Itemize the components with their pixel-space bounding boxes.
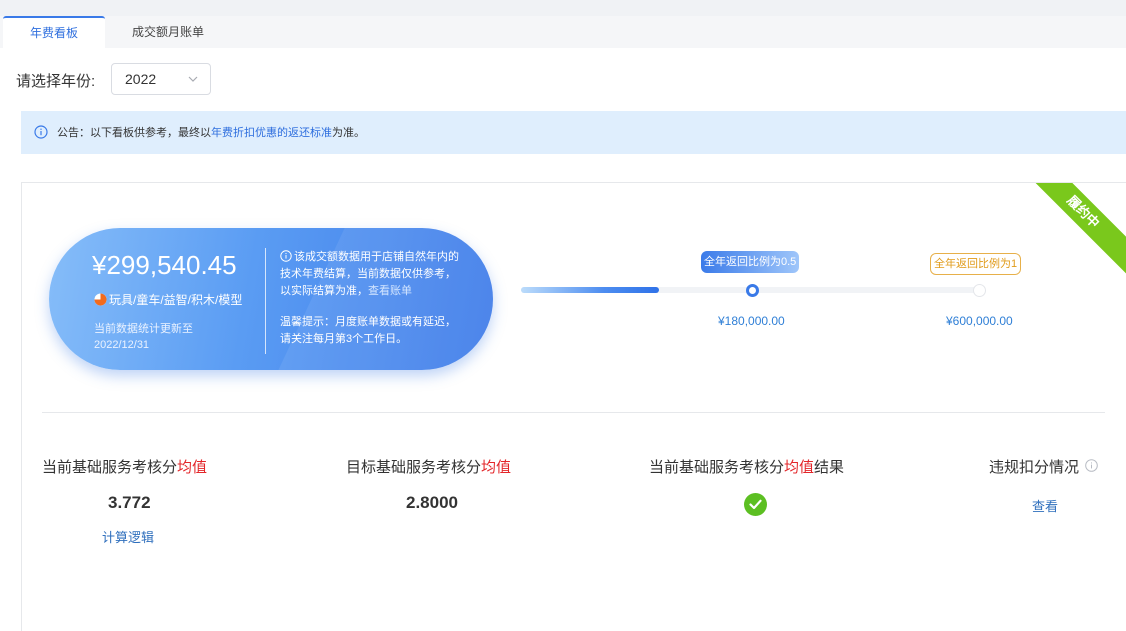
update-info: 当前数据统计更新至 2022/12/31 — [94, 321, 234, 353]
update-prefix: 当前数据统计更新至 — [94, 323, 193, 335]
section-divider — [42, 412, 1105, 413]
milestone-tag-pending: 全年返回比例为1 — [930, 253, 1022, 275]
sales-amount: ¥299,540.45 — [92, 250, 237, 280]
sales-summary-pill: ¥299,540.45 玩具/童车/益智/积木/模型 当前数据统计更新至 202… — [49, 228, 493, 370]
milestone-tag-reached: 全年返回比例为0.5 — [701, 251, 800, 273]
tab-annual-fee-board[interactable]: 年费看板 — [3, 16, 105, 48]
score-result-title-suffix: 结果 — [814, 459, 845, 476]
notice-prefix: 公告：以下看板供参考，最终以 — [57, 127, 211, 139]
current-score-title: 当前基础服务考核分均值 — [42, 456, 207, 477]
reminder-tip: 温馨提示：月度账单数据或有延迟，请关注每月第3个工作日。 — [280, 316, 456, 345]
year-filter-label: 请选择年份: — [16, 73, 96, 90]
milestone-amount-1: ¥180,000.00 — [718, 314, 785, 328]
year-select-value: 2022 — [125, 71, 157, 87]
current-score-value: 3.772 — [108, 493, 151, 512]
progress-fill — [521, 287, 659, 293]
tab-monthly-bill[interactable]: 成交额月账单 — [112, 16, 224, 48]
notice-banner: 公告：以下看板供参考，最终以年费折扣优惠的返还标准为准。 — [21, 111, 1126, 154]
check-circle-icon — [744, 493, 767, 516]
checkmark-glyph — [749, 499, 762, 510]
score-result-title: 当前基础服务考核分均值结果 — [649, 456, 844, 477]
view-violation-link[interactable]: 查看 — [1032, 496, 1058, 515]
target-score-title: 目标基础服务考核分均值 — [346, 456, 511, 477]
target-score-title-highlight: 均值 — [481, 459, 512, 476]
view-bill-link[interactable]: 查看账单 — [368, 285, 412, 297]
notice-suffix: 为准。 — [332, 127, 365, 139]
notice-text: 公告：以下看板供参考，最终以年费折扣优惠的返还标准为准。 — [57, 124, 365, 140]
info-icon[interactable] — [1085, 459, 1098, 472]
current-score-title-highlight: 均值 — [177, 459, 208, 476]
annual-fee-card: 履约中 ¥299,540.45 玩具/童车/益智/积木/模型 当前数据统计更新至… — [21, 182, 1126, 631]
category-text: 玩具/童车/益智/积木/模型 — [109, 293, 243, 307]
violation-title: 违规扣分情况 — [989, 456, 1098, 477]
milestone-dot-pending — [973, 284, 986, 297]
current-score-title-prefix: 当前基础服务考核分 — [42, 459, 178, 476]
pill-divider — [265, 248, 266, 354]
year-select[interactable]: 2022 — [111, 63, 211, 95]
milestone-amount-2: ¥600,000.00 — [946, 314, 1013, 328]
chevron-down-icon — [188, 76, 198, 82]
target-score-title-prefix: 目标基础服务考核分 — [346, 459, 482, 476]
refund-standard-link[interactable]: 年费折扣优惠的返还标准 — [211, 127, 332, 139]
top-strip — [0, 0, 1126, 16]
tab-bar: 年费看板 成交额月账单 — [0, 16, 1126, 48]
score-result-title-prefix: 当前基础服务考核分 — [649, 459, 785, 476]
update-date: 2022/12/31 — [94, 339, 150, 351]
sales-description: 该成交额数据用于店铺自然年内的技术年费结算，当前数据仅供参考，以实际结算为准，查… — [280, 249, 465, 300]
calc-logic-link[interactable]: 计算逻辑 — [102, 527, 154, 546]
category: 玩具/童车/益智/积木/模型 — [94, 291, 242, 308]
info-icon — [280, 250, 292, 262]
milestone-dot-reached — [746, 284, 759, 297]
violation-title-text: 违规扣分情况 — [989, 459, 1080, 476]
info-icon — [34, 125, 48, 139]
target-score-value: 2.8000 — [406, 493, 458, 512]
score-result-title-highlight: 均值 — [784, 459, 815, 476]
status-ribbon: 履约中 — [1013, 183, 1126, 282]
pie-chart-icon — [94, 293, 107, 306]
